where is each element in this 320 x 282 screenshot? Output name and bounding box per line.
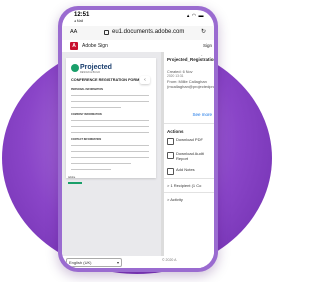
sender-info: From: Millie Callaghan (mcallaghan@proje… bbox=[167, 79, 214, 89]
section-heading: CONTACT INFORMATION bbox=[71, 138, 102, 141]
form-field[interactable] bbox=[71, 145, 149, 146]
sign-link[interactable]: Sign bbox=[203, 43, 212, 48]
browser-url-bar[interactable]: AA eu1.documents.adobe.com ↻ bbox=[62, 26, 214, 40]
status-icons: ▴ ◠ ▬ bbox=[186, 13, 204, 19]
language-value: English (UK) bbox=[69, 260, 92, 265]
action-label: Download PDF bbox=[176, 137, 203, 142]
form-field[interactable] bbox=[71, 163, 131, 164]
adobe-logo-icon: A bbox=[70, 42, 78, 50]
divider bbox=[164, 192, 214, 193]
status-bar: 12:51 ◂ Mail ▴ ◠ ▬ bbox=[62, 10, 214, 26]
text-size-button[interactable]: AA bbox=[70, 29, 77, 35]
footer-bar: English (UK) ▾ © 2020 A bbox=[62, 256, 214, 268]
lock-icon bbox=[104, 30, 109, 35]
form-field[interactable] bbox=[71, 95, 149, 96]
see-more-link[interactable]: See more bbox=[192, 112, 212, 117]
url-text[interactable]: eu1.documents.adobe.com bbox=[112, 29, 184, 35]
form-field[interactable] bbox=[71, 151, 149, 152]
document-viewer[interactable]: Projected DESIGN & BUILD CONFERENCE REGI… bbox=[62, 52, 164, 268]
status-time: 12:51 bbox=[74, 12, 90, 18]
divider bbox=[164, 123, 214, 124]
section-heading: PERSONAL INFORMATION bbox=[71, 88, 103, 91]
form-field[interactable] bbox=[71, 101, 149, 102]
chevron-down-icon: ▾ bbox=[116, 260, 119, 265]
app-title: Adobe Sign bbox=[82, 43, 108, 49]
agreement-title: Projected_RegistrationForm bbox=[167, 57, 214, 62]
projected-logo-icon bbox=[71, 64, 79, 72]
recipients-expander[interactable]: > 1 Recipient (1 Co bbox=[167, 183, 213, 188]
collapse-panel-button[interactable]: ‹ bbox=[140, 76, 150, 84]
pdf-icon bbox=[167, 138, 174, 145]
action-label: Download Audit Report bbox=[176, 151, 204, 161]
form-field[interactable] bbox=[71, 120, 149, 121]
main-content: Projected DESIGN & BUILD CONFERENCE REGI… bbox=[62, 52, 214, 268]
form-field[interactable] bbox=[71, 107, 121, 108]
document-footer-tag: Adobe bbox=[68, 176, 76, 179]
form-field[interactable] bbox=[71, 126, 149, 127]
divider bbox=[164, 178, 214, 179]
document-brand-sub: DESIGN & BUILD bbox=[80, 71, 101, 74]
created-date: 2020 13:31 bbox=[167, 74, 184, 78]
form-field[interactable] bbox=[71, 157, 149, 158]
document-brand: Projected bbox=[80, 64, 112, 71]
notes-icon bbox=[167, 168, 174, 175]
phone-frame: 12:51 ◂ Mail ▴ ◠ ▬ AA eu1.documents.adob… bbox=[58, 6, 218, 272]
activity-expander[interactable]: > Activity bbox=[167, 197, 213, 202]
language-select[interactable]: English (UK) ▾ bbox=[66, 258, 122, 267]
phone-screen: 12:51 ◂ Mail ▴ ◠ ▬ AA eu1.documents.adob… bbox=[62, 10, 214, 268]
form-field[interactable] bbox=[71, 169, 111, 170]
reload-icon[interactable]: ↻ bbox=[201, 28, 206, 35]
details-panel: ˇ Projected_RegistrationForm Created: 6 … bbox=[164, 52, 214, 268]
copyright-text: © 2020 A bbox=[162, 258, 177, 262]
audit-report-icon bbox=[167, 152, 174, 159]
section-heading: COMPANY INFORMATION bbox=[71, 113, 102, 116]
signature-icon bbox=[68, 182, 82, 184]
form-field[interactable] bbox=[71, 132, 149, 133]
document-title: CONFERENCE REGISTRATION FORM bbox=[71, 78, 140, 82]
back-to-mail[interactable]: ◂ Mail bbox=[74, 19, 83, 23]
actions-heading: Actions bbox=[167, 129, 184, 134]
action-label: Add Notes bbox=[176, 167, 195, 172]
